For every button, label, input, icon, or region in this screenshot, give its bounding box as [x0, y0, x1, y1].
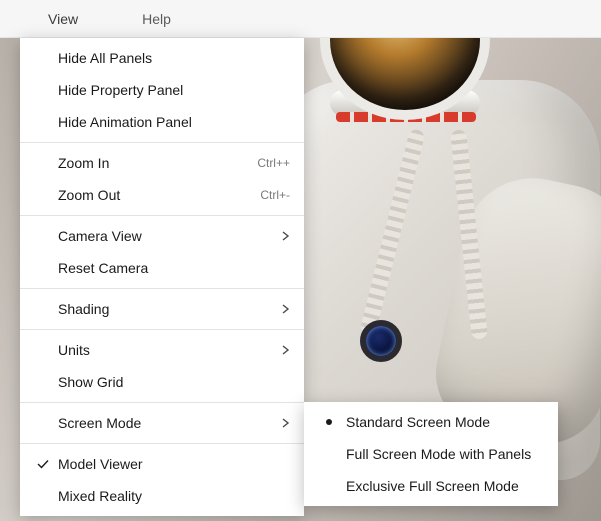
- menu-label: Screen Mode: [54, 415, 276, 431]
- menu-separator: [20, 443, 304, 444]
- chevron-right-icon: [276, 418, 290, 428]
- menu-hide-animation-panel[interactable]: Hide Animation Panel: [20, 106, 304, 138]
- menu-camera-view[interactable]: Camera View: [20, 220, 304, 252]
- submenu-standard-screen-mode[interactable]: Standard Screen Mode: [304, 406, 558, 438]
- menu-model-viewer[interactable]: Model Viewer: [20, 448, 304, 480]
- menu-label: Reset Camera: [54, 260, 290, 276]
- menu-label: Exclusive Full Screen Mode: [342, 478, 544, 494]
- menu-accelerator: Ctrl+-: [252, 188, 290, 202]
- menu-separator: [20, 288, 304, 289]
- menu-separator: [20, 329, 304, 330]
- chevron-right-icon: [276, 345, 290, 355]
- menu-label: Hide Property Panel: [54, 82, 290, 98]
- menu-zoom-in[interactable]: Zoom In Ctrl++: [20, 147, 304, 179]
- menu-label: Full Screen Mode with Panels: [342, 446, 544, 462]
- menu-hide-property-panel[interactable]: Hide Property Panel: [20, 74, 304, 106]
- radio-dot-icon: [316, 419, 342, 425]
- menu-label: Show Grid: [54, 374, 290, 390]
- menu-label: Zoom Out: [54, 187, 252, 203]
- menu-label: Mixed Reality: [54, 488, 290, 504]
- menu-label: Camera View: [54, 228, 276, 244]
- menu-label: Units: [54, 342, 276, 358]
- menu-mixed-reality[interactable]: Mixed Reality: [20, 480, 304, 512]
- menu-shading[interactable]: Shading: [20, 293, 304, 325]
- chevron-right-icon: [276, 231, 290, 241]
- menu-view: Hide All Panels Hide Property Panel Hide…: [20, 38, 304, 516]
- submenu-exclusive-full-screen[interactable]: Exclusive Full Screen Mode: [304, 470, 558, 502]
- menu-zoom-out[interactable]: Zoom Out Ctrl+-: [20, 179, 304, 211]
- chevron-right-icon: [276, 304, 290, 314]
- menu-label: Shading: [54, 301, 276, 317]
- submenu-screen-mode: Standard Screen Mode Full Screen Mode wi…: [304, 402, 558, 506]
- menu-hide-all-panels[interactable]: Hide All Panels: [20, 42, 304, 74]
- menu-separator: [20, 215, 304, 216]
- submenu-full-screen-panels[interactable]: Full Screen Mode with Panels: [304, 438, 558, 470]
- menubar-view[interactable]: View: [40, 7, 86, 31]
- menubar: View Help: [0, 0, 601, 38]
- menu-separator: [20, 142, 304, 143]
- menu-units[interactable]: Units: [20, 334, 304, 366]
- menubar-help[interactable]: Help: [134, 7, 179, 31]
- menu-label: Zoom In: [54, 155, 249, 171]
- menu-accelerator: Ctrl++: [249, 156, 290, 170]
- menu-label: Standard Screen Mode: [342, 414, 544, 430]
- menu-label: Hide Animation Panel: [54, 114, 290, 130]
- checkmark-icon: [32, 457, 54, 471]
- menu-show-grid[interactable]: Show Grid: [20, 366, 304, 398]
- menu-screen-mode[interactable]: Screen Mode: [20, 407, 304, 439]
- menu-separator: [20, 402, 304, 403]
- menu-reset-camera[interactable]: Reset Camera: [20, 252, 304, 284]
- menu-label: Hide All Panels: [54, 50, 290, 66]
- menu-label: Model Viewer: [54, 456, 290, 472]
